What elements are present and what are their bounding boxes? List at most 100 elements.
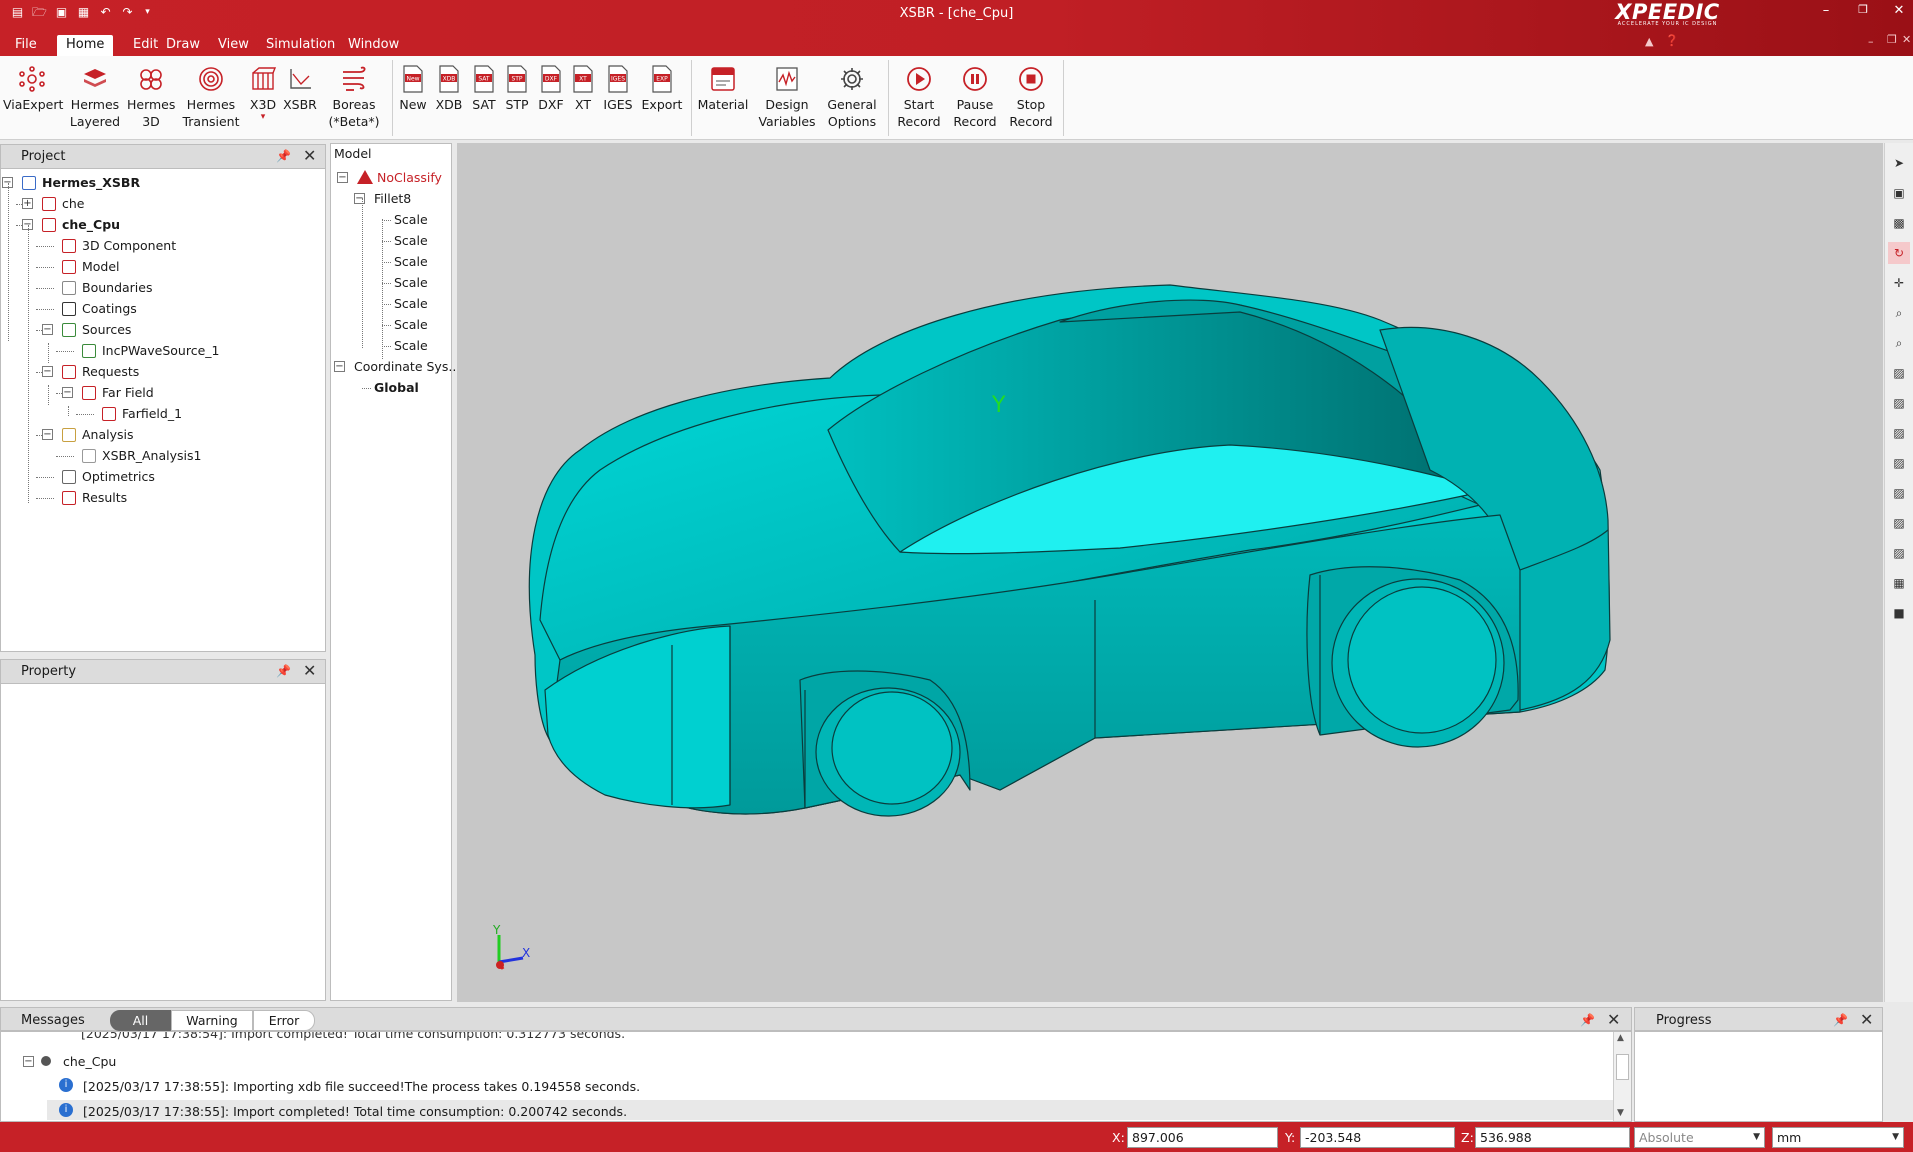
left-view-icon[interactable]: ▨ — [1888, 452, 1910, 474]
menu-simulation[interactable]: Simulation — [257, 35, 344, 56]
pin-icon[interactable]: 📌 — [1580, 1013, 1595, 1027]
tree-node[interactable]: Global — [374, 378, 419, 398]
zoom-window-icon[interactable]: ⌕ — [1888, 332, 1910, 354]
tree-node[interactable]: Analysis — [82, 425, 134, 445]
right-view-icon[interactable]: ▨ — [1888, 482, 1910, 504]
iso-view-icon[interactable]: ▨ — [1888, 362, 1910, 384]
tree-node[interactable]: che — [62, 194, 85, 214]
ribbon-material-button[interactable]: Material — [693, 62, 753, 113]
tree-node[interactable]: Farfield_1 — [122, 404, 182, 424]
ribbon-export-button[interactable]: EXP Export — [640, 62, 684, 113]
collapse-toggle[interactable]: − — [42, 324, 53, 335]
ribbon-xt-button[interactable]: XT XT — [567, 62, 599, 113]
rotate-icon[interactable]: ↻ — [1888, 242, 1910, 264]
menu-draw[interactable]: Draw — [157, 35, 209, 56]
tree-node[interactable]: Optimetrics — [82, 467, 155, 487]
collapse-toggle[interactable]: − — [23, 1056, 34, 1067]
menu-home[interactable]: Home — [57, 35, 114, 56]
ribbon-new-button[interactable]: New New — [397, 62, 429, 113]
filter-all-tab[interactable]: All — [110, 1010, 171, 1031]
collapse-toggle[interactable]: − — [42, 366, 53, 377]
top-view-icon[interactable]: ▨ — [1888, 512, 1910, 534]
filter-warning-tab[interactable]: Warning — [171, 1010, 253, 1031]
tree-node[interactable]: Model — [82, 257, 120, 277]
collapse-toggle[interactable]: − — [42, 429, 53, 440]
mdi-restore-icon[interactable]: ❐ — [1887, 33, 1897, 46]
ribbon-viaexpert-button[interactable]: ViaExpert — [3, 62, 63, 113]
filter-error-tab[interactable]: Error — [253, 1010, 315, 1031]
pin-icon[interactable]: 📌 — [276, 664, 291, 678]
select-arrow-icon[interactable]: ➤ — [1888, 152, 1910, 174]
scale-node[interactable]: Scale — [394, 315, 428, 335]
ribbon-stop-record-button[interactable]: Stop Record — [1004, 62, 1058, 130]
ribbon-x3d-button[interactable]: X3D ▾ — [248, 62, 278, 122]
z-coord-field[interactable]: 536.988 — [1475, 1127, 1630, 1148]
tree-node[interactable]: Sources — [82, 320, 131, 340]
collapse-ribbon-icon[interactable]: ▲ — [1645, 35, 1653, 48]
ribbon-hermes-layered-button[interactable]: Hermes Layered — [67, 62, 123, 130]
front-view-icon[interactable]: ▨ — [1888, 392, 1910, 414]
tree-node[interactable]: IncPWaveSource_1 — [102, 341, 219, 361]
tree-node[interactable]: Far Field — [102, 383, 154, 403]
ribbon-stp-button[interactable]: STP STP — [501, 62, 533, 113]
ribbon-sat-button[interactable]: SAT SAT — [468, 62, 500, 113]
shaded-icon[interactable]: ■ — [1888, 602, 1910, 624]
restore-icon[interactable]: ❐ — [1852, 3, 1874, 16]
tree-node[interactable]: che_Cpu — [62, 215, 120, 235]
ribbon-iges-button[interactable]: IGES IGES — [598, 62, 638, 113]
ribbon-general-options-button[interactable]: General Options — [822, 62, 882, 130]
mdi-close-icon[interactable]: ✕ — [1902, 33, 1911, 46]
expand-toggle[interactable]: + — [22, 198, 33, 209]
ribbon-start-record-button[interactable]: Start Record — [892, 62, 946, 130]
collapse-toggle[interactable]: − — [337, 172, 348, 183]
pan-icon[interactable]: ✛ — [1888, 272, 1910, 294]
ribbon-dxf-button[interactable]: DXF DXF — [535, 62, 567, 113]
scale-node[interactable]: Scale — [394, 294, 428, 314]
menu-window[interactable]: Window — [339, 35, 408, 56]
collapse-toggle[interactable]: − — [62, 387, 73, 398]
close-panel-icon[interactable]: ✕ — [303, 146, 316, 165]
back-view-icon[interactable]: ▨ — [1888, 422, 1910, 444]
car-model[interactable]: Y Y X — [457, 143, 1883, 1002]
messages-scrollbar[interactable]: ▲ ▼ — [1613, 1032, 1631, 1121]
ribbon-boreas-beta-button[interactable]: Boreas (*Beta*) — [326, 62, 382, 130]
collapse-toggle[interactable]: − — [354, 193, 365, 204]
help-icon[interactable]: ❓ — [1665, 34, 1679, 47]
mdi-minimize-icon[interactable]: – — [1868, 35, 1874, 48]
ribbon-hermes-transient-button[interactable]: Hermes Transient — [179, 62, 243, 130]
pin-icon[interactable]: 📌 — [1833, 1013, 1848, 1027]
y-coord-field[interactable]: -203.548 — [1300, 1127, 1455, 1148]
scale-node[interactable]: Scale — [394, 336, 428, 356]
collapse-toggle[interactable]: − — [334, 361, 345, 372]
tree-node[interactable]: Requests — [82, 362, 139, 382]
zoom-icon[interactable]: ⌕ — [1888, 302, 1910, 324]
ribbon-xsbr-button[interactable]: XSBR — [280, 62, 320, 113]
coordinate-mode-select[interactable]: Absolute ▼ — [1634, 1127, 1765, 1148]
close-panel-icon[interactable]: ✕ — [1607, 1010, 1620, 1029]
scale-node[interactable]: Scale — [394, 210, 428, 230]
bottom-view-icon[interactable]: ▨ — [1888, 542, 1910, 564]
view-cube-icon[interactable]: ▩ — [1888, 212, 1910, 234]
scale-node[interactable]: Scale — [394, 252, 428, 272]
close-window-icon[interactable]: ✕ — [1888, 3, 1910, 18]
wireframe-icon[interactable]: ▦ — [1888, 572, 1910, 594]
unit-select[interactable]: mm ▼ — [1772, 1127, 1904, 1148]
tree-node[interactable]: Results — [82, 488, 127, 508]
x-coord-field[interactable]: 897.006 — [1127, 1127, 1278, 1148]
close-panel-icon[interactable]: ✕ — [303, 661, 316, 680]
ribbon-pause-record-button[interactable]: Pause Record — [948, 62, 1002, 130]
tree-node[interactable]: Fillet8 — [374, 189, 411, 209]
tree-node[interactable]: Coatings — [82, 299, 137, 319]
minimize-icon[interactable]: – — [1815, 3, 1837, 18]
3d-viewport[interactable]: Y Y X — [457, 143, 1883, 1002]
tree-node[interactable]: Coordinate Sys... — [354, 357, 460, 377]
ribbon-hermes-3d-button[interactable]: Hermes 3D — [127, 62, 175, 130]
scale-node[interactable]: Scale — [394, 273, 428, 293]
scale-node[interactable]: Scale — [394, 231, 428, 251]
ribbon-design-variables-button[interactable]: Design Variables — [757, 62, 817, 130]
tree-node[interactable]: NoClassify — [377, 168, 442, 188]
menu-view[interactable]: View — [209, 35, 258, 56]
tree-node[interactable]: 3D Component — [82, 236, 176, 256]
tree-node[interactable]: Boundaries — [82, 278, 152, 298]
tree-node[interactable]: XSBR_Analysis1 — [102, 446, 201, 466]
